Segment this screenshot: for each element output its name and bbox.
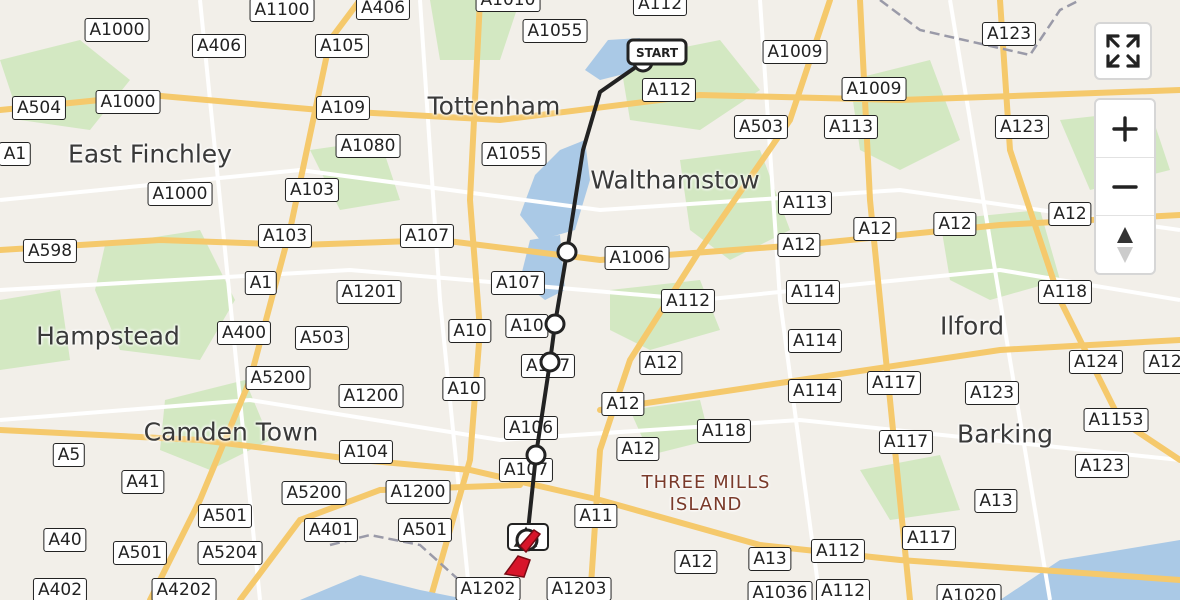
crash-marker[interactable] xyxy=(503,523,549,578)
compass-icon xyxy=(1117,226,1133,263)
zoom-out-button[interactable] xyxy=(1096,158,1154,216)
route-waypoint[interactable] xyxy=(539,351,561,373)
map-controls xyxy=(1094,22,1156,275)
route-waypoint[interactable] xyxy=(556,241,578,263)
zoom-out-icon xyxy=(1112,184,1138,189)
start-marker[interactable]: START xyxy=(626,38,688,66)
fullscreen-button[interactable] xyxy=(1094,22,1152,80)
zoom-in-button[interactable] xyxy=(1096,100,1154,158)
route-line xyxy=(525,60,645,542)
map-view[interactable]: A1100 A406 A1010 A112 A1000 A1055 A123 A406 A105… xyxy=(0,0,1180,600)
start-label: START xyxy=(636,46,679,60)
zoom-controls xyxy=(1094,98,1156,275)
route-waypoint[interactable] xyxy=(525,444,547,466)
crash-icon xyxy=(503,555,531,578)
route-waypoint[interactable] xyxy=(544,313,566,335)
reset-bearing-button[interactable] xyxy=(1096,216,1154,273)
fullscreen-icon xyxy=(1106,34,1140,68)
zoom-in-icon xyxy=(1112,115,1138,142)
route-layer: START xyxy=(503,38,688,578)
